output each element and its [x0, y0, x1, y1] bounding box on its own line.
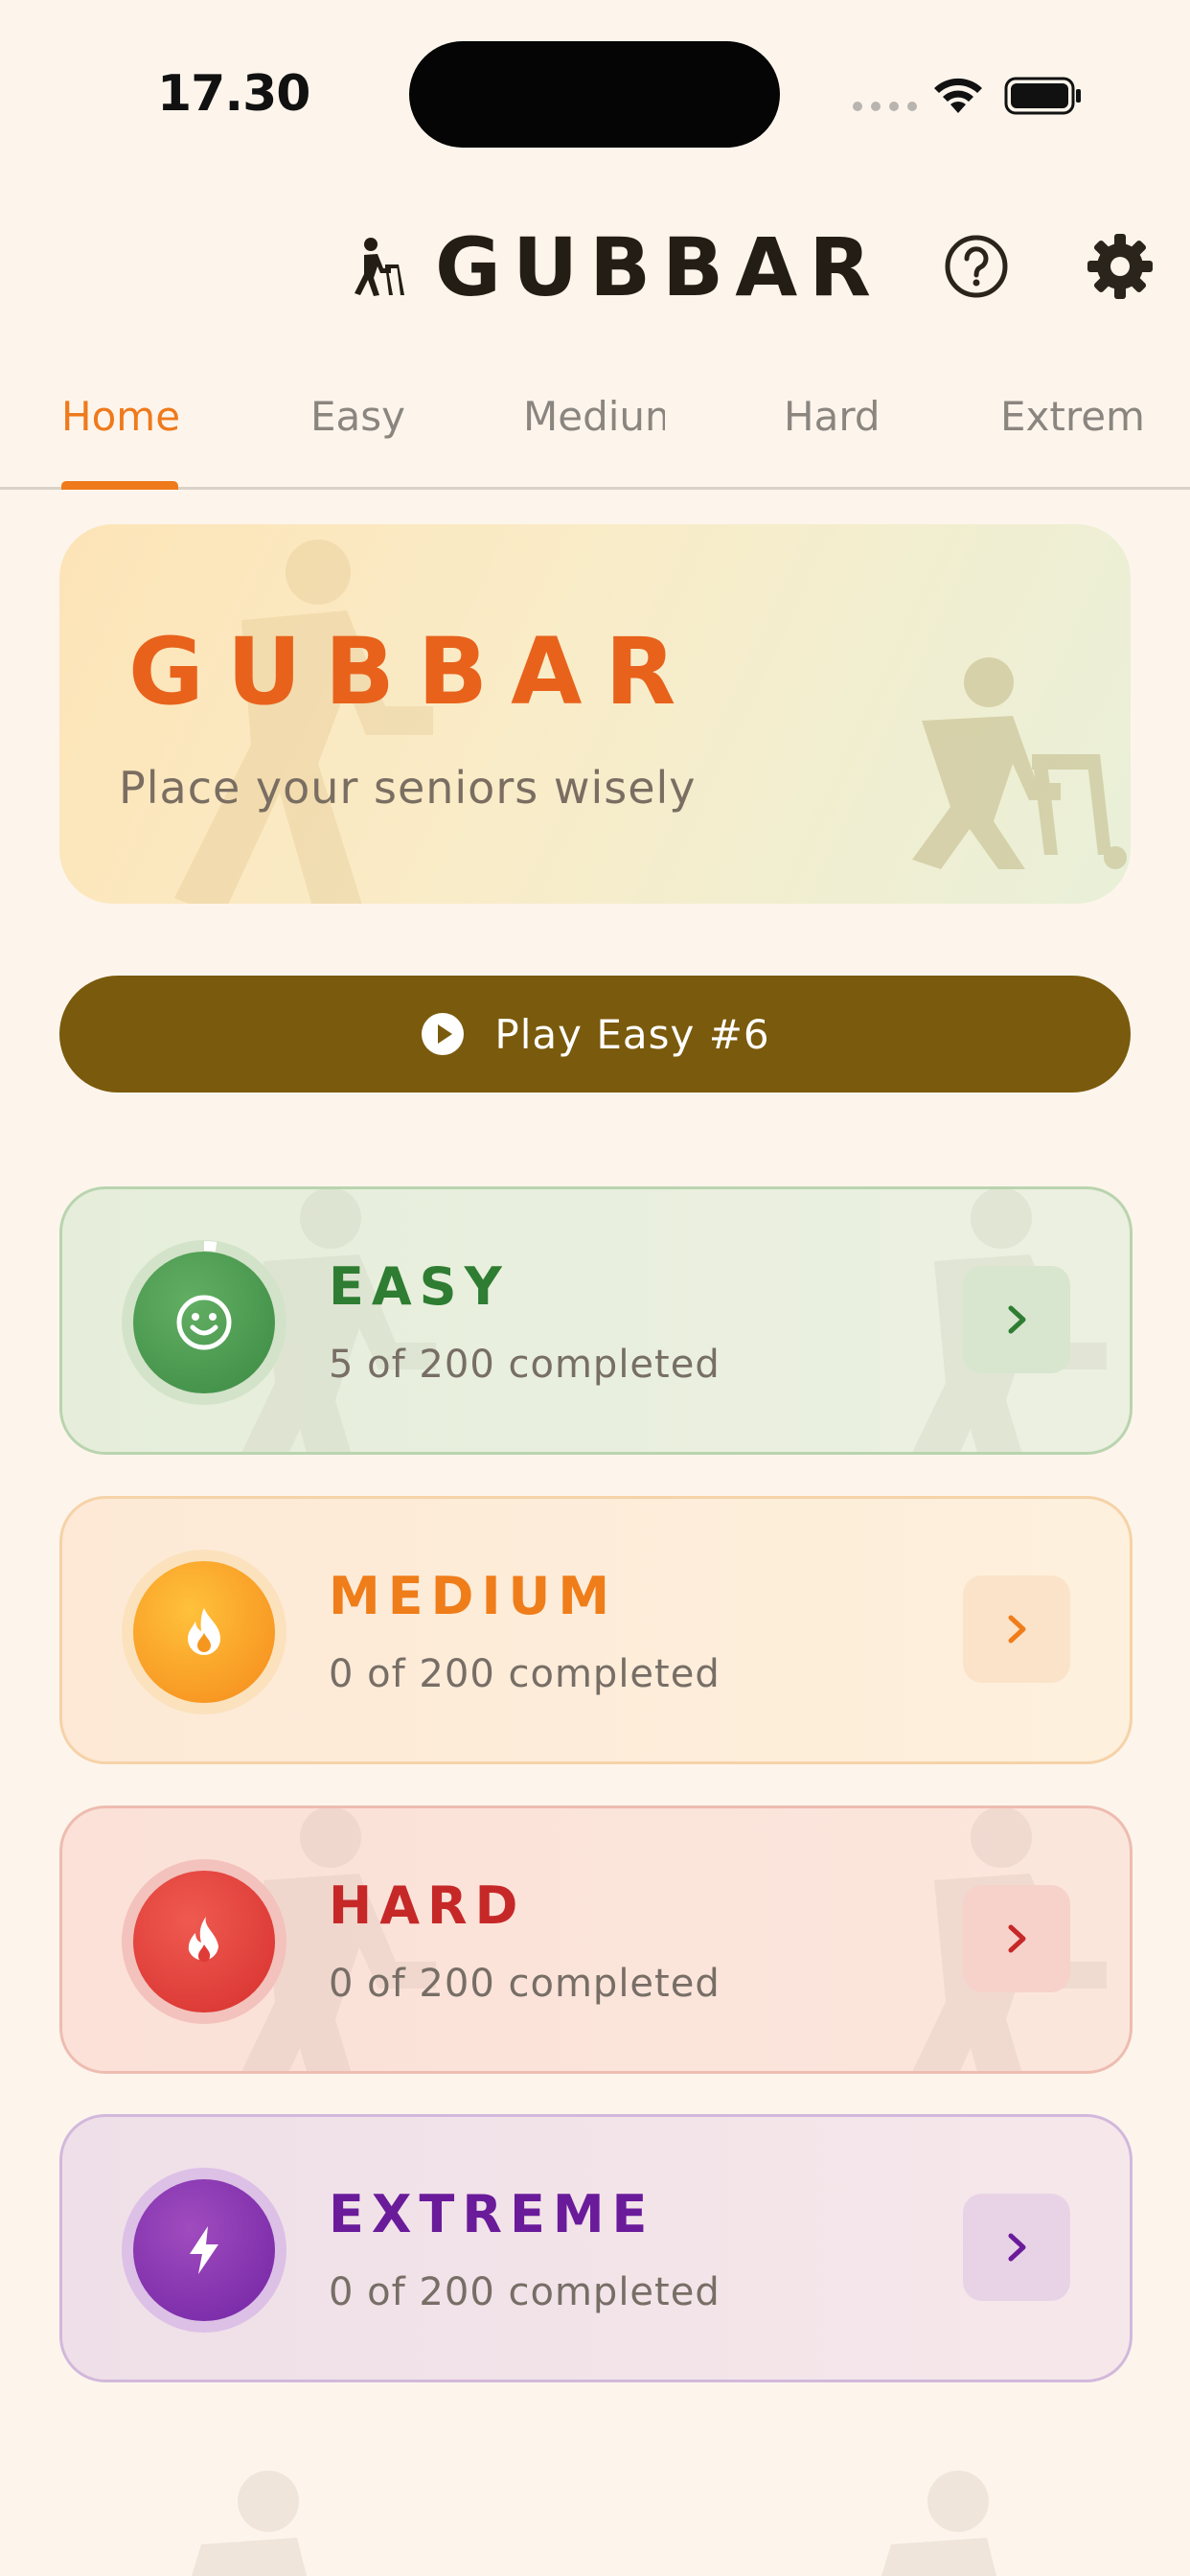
play-button[interactable]: Play Easy #6	[59, 976, 1131, 1092]
smiley-icon	[176, 1295, 232, 1350]
hero-banner: GUBBAR Place your seniors wisely	[59, 524, 1131, 904]
battery-icon	[1004, 77, 1081, 115]
level-name: EXTREME	[329, 2184, 655, 2244]
status-time: 17.30	[157, 65, 310, 123]
open-extreme-button[interactable]	[963, 2194, 1070, 2301]
level-badge-medium	[133, 1561, 275, 1703]
flame-icon	[188, 1608, 220, 1655]
play-button-label: Play Easy #6	[494, 1010, 770, 1058]
level-card-easy[interactable]: EASY 5 of 200 completed	[59, 1186, 1133, 1455]
open-medium-button[interactable]	[963, 1576, 1070, 1683]
tab-bar: Home Easy Medium Hard Extreme	[0, 364, 1190, 490]
hero-title: GUBBAR	[128, 618, 699, 725]
active-tab-indicator	[61, 481, 178, 490]
level-name: EASY	[329, 1256, 510, 1317]
level-progress: 0 of 200 completed	[329, 1652, 721, 1696]
level-card-extreme[interactable]: EXTREME 0 of 200 completed	[59, 2114, 1133, 2382]
app-title: GUBBAR	[435, 220, 882, 314]
chevron-right-icon	[1008, 1615, 1026, 1644]
play-circle-icon	[422, 1013, 465, 1055]
level-progress: 0 of 200 completed	[329, 1962, 721, 2006]
level-card-medium[interactable]: MEDIUM 0 of 200 completed	[59, 1496, 1133, 1764]
tab-medium[interactable]: Medium	[523, 393, 665, 440]
tab-easy[interactable]: Easy	[310, 393, 445, 440]
fire-icon	[188, 1917, 218, 1963]
level-name: HARD	[329, 1875, 526, 1936]
open-hard-button[interactable]	[963, 1885, 1070, 1992]
level-badge-extreme	[133, 2179, 275, 2321]
level-card-hard[interactable]: HARD 0 of 200 completed	[59, 1806, 1133, 2074]
chevron-right-icon	[1008, 2233, 1026, 2262]
level-badge-easy	[133, 1252, 275, 1393]
chevron-right-icon	[1008, 1924, 1026, 1953]
level-progress: 5 of 200 completed	[329, 1343, 721, 1387]
elderly-person-icon	[355, 238, 404, 296]
chevron-right-icon	[1008, 1305, 1026, 1334]
lightning-icon	[190, 2226, 218, 2274]
tab-home[interactable]: Home	[61, 393, 195, 440]
level-progress: 0 of 200 completed	[329, 2270, 721, 2314]
help-circle-icon[interactable]	[943, 233, 1010, 300]
cellular-signal-icon	[853, 102, 917, 111]
tab-extreme[interactable]: Extreme	[1000, 393, 1142, 440]
elderly-person-watermark-icon	[192, 2471, 307, 2576]
level-badge-hard	[133, 1871, 275, 2012]
wifi-icon	[934, 78, 982, 113]
elderly-person-watermark-icon	[881, 2471, 996, 2576]
level-name: MEDIUM	[329, 1566, 618, 1626]
elderly-person-illustration-icon	[912, 657, 1127, 869]
gear-icon[interactable]	[1085, 231, 1156, 302]
open-easy-button[interactable]	[963, 1266, 1070, 1373]
hero-subtitle: Place your seniors wisely	[119, 762, 697, 814]
app-brand: GUBBAR	[345, 220, 882, 314]
dynamic-island	[409, 41, 780, 148]
tab-hard[interactable]: Hard	[784, 393, 918, 440]
